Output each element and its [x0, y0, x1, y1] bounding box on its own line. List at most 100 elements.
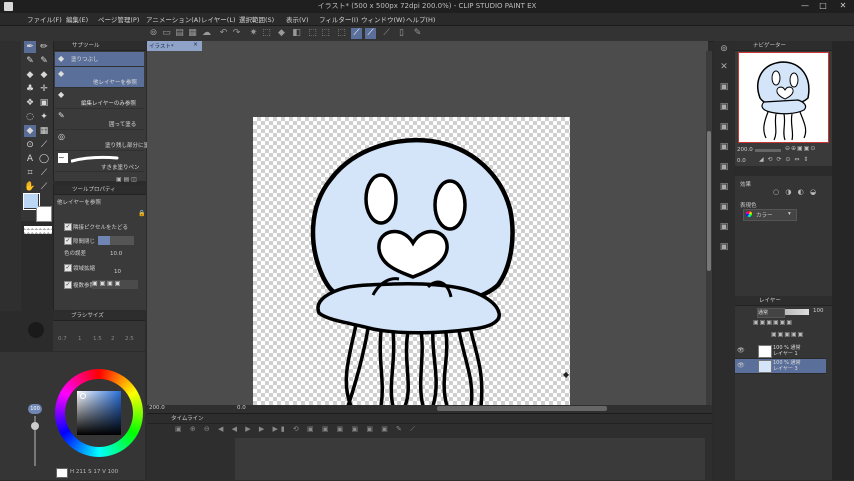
subtool-item[interactable]: ◆ 編集レイヤーのみ参照 — [55, 88, 144, 109]
smartphone-icon[interactable]: ▯ — [396, 28, 407, 39]
blend-mode-select[interactable]: 通常 — [757, 308, 785, 318]
lasso-tool-icon[interactable]: ◌ — [24, 111, 36, 123]
angle-readout[interactable]: 0.0 — [237, 405, 246, 411]
canvas-settings-icon[interactable]: ⊚ — [148, 28, 159, 39]
gradient-tool-icon[interactable]: ▦ — [38, 125, 50, 137]
new-icon[interactable]: ▭ — [161, 28, 172, 39]
material-icon[interactable]: ▣ — [718, 221, 730, 233]
zoom-readout[interactable]: 200.0 — [149, 405, 165, 411]
material-icon[interactable]: ▣ — [718, 181, 730, 193]
subtool-item[interactable]: ◎ 塗り残し部分に塗る — [55, 130, 155, 151]
fill-icon[interactable]: ◆ — [276, 28, 287, 39]
snap-grid-icon[interactable]: ⟋ — [365, 28, 376, 39]
invert-selection-icon[interactable]: ⬚ — [320, 28, 331, 39]
material-icon[interactable]: ▣ — [718, 161, 730, 173]
area-scaling-value[interactable]: 10 — [114, 269, 121, 275]
checkbox-close-gap[interactable]: ✓ — [64, 237, 72, 245]
pen-tool-icon[interactable]: ✒ — [24, 41, 36, 53]
opacity-slider[interactable] — [785, 309, 809, 315]
move-tool-icon[interactable]: ✛ — [38, 83, 50, 95]
material-icon[interactable]: ▣ — [718, 241, 730, 253]
subtool-item[interactable]: ~ すきま塗りペン — [55, 151, 144, 172]
snap-ruler-icon[interactable]: ⟋ — [351, 28, 362, 39]
eyedropper-tool-icon[interactable]: ⟋ — [38, 181, 50, 193]
airbrush-tool-icon[interactable]: ◆ — [38, 69, 50, 81]
timeline-controls[interactable]: ▣ ⊕ ⊖ ◀ ◀ ▶ ▶ ▶▮ ⟲ ▣ ▣ ▣ ▣ ▣ ▣ ✎ ⟋ — [175, 425, 435, 435]
checkbox-area-scaling[interactable]: ✓ — [64, 264, 72, 272]
menu-selection[interactable]: 選択範囲(S) — [239, 14, 274, 24]
busy-icon[interactable]: ✷ — [248, 28, 259, 39]
decoration-tool-icon[interactable]: ♣ — [24, 83, 36, 95]
visibility-eye-icon[interactable]: 👁 — [737, 347, 745, 354]
close-button[interactable]: ✕ — [836, 1, 850, 10]
brush-size-option[interactable]: 1.5 — [93, 336, 102, 342]
canvas-tab[interactable]: イラスト* × — [147, 41, 202, 51]
checkbox-follow-adjacent[interactable]: ✓ — [64, 223, 72, 231]
material-icon[interactable]: ▣ — [718, 141, 730, 153]
transparent-color-swatch[interactable] — [24, 226, 52, 234]
right-panel-scrollbar[interactable] — [832, 41, 854, 480]
brush-size-option[interactable]: 2.5 — [125, 336, 134, 342]
sv-picker[interactable] — [80, 393, 86, 399]
menu-page[interactable]: ページ管理(P) — [98, 14, 139, 24]
layer-action-buttons[interactable]: ▣▣▣▣▣ — [771, 331, 804, 338]
effect-buttons[interactable]: ○ ◑ ◐ ◒ — [773, 188, 818, 196]
color-mini-swatch[interactable] — [56, 468, 68, 478]
checkbox-multiple-reference[interactable]: ✓ — [64, 281, 72, 289]
drawing-canvas[interactable] — [253, 117, 570, 406]
lock-icon[interactable]: 🔒 — [138, 210, 145, 217]
open-icon[interactable]: ▤ — [174, 28, 185, 39]
navigator-preview[interactable] — [738, 52, 829, 143]
menu-layer[interactable]: レイヤー(L) — [201, 14, 236, 24]
timeline-track[interactable] — [235, 438, 705, 480]
operation-tool-icon[interactable]: ⊙ — [24, 139, 36, 151]
blend-tool-icon[interactable]: ❖ — [24, 97, 36, 109]
subview-icon[interactable]: ✕ — [718, 61, 730, 73]
navigator-rotation-buttons[interactable]: ◢ ⟲ ⟳ ⊙ ⇔ ⇕ — [759, 156, 809, 163]
clear-icon[interactable]: ◧ — [291, 28, 302, 39]
brush-tool-icon[interactable]: ✎ — [24, 55, 36, 67]
subtool-item[interactable]: ✎ 囲って塗る — [55, 109, 144, 130]
pen-settings-icon[interactable]: ✎ — [412, 28, 423, 39]
transform-icon[interactable]: ⬚ — [261, 28, 272, 39]
reference-layer-buttons[interactable]: ▣ ▣ ▣ ▣ — [92, 280, 138, 289]
color-margin-value[interactable]: 10.0 — [110, 251, 122, 257]
layer-opacity-value[interactable]: 100 — [813, 308, 824, 314]
horizontal-scroll-thumb[interactable] — [437, 406, 607, 411]
redo-icon[interactable]: ↷ — [231, 28, 242, 39]
fill-tool-icon[interactable]: ◆ — [24, 125, 36, 137]
cloud-icon[interactable]: ☁ — [201, 28, 212, 39]
material-icon[interactable]: ▣ — [718, 101, 730, 113]
expression-color-select[interactable]: カラー ▾ — [743, 209, 797, 221]
frame-tool-icon[interactable]: ⌗ — [24, 167, 36, 179]
minimize-button[interactable]: — — [798, 1, 812, 10]
canvas-vertical-scrollbar[interactable] — [706, 51, 712, 406]
menu-edit[interactable]: 編集(E) — [66, 14, 88, 24]
hand-tool-icon[interactable]: ✋ — [24, 181, 36, 193]
close-icon[interactable]: × — [193, 41, 198, 48]
snap-special-icon[interactable]: ⟋ — [381, 28, 392, 39]
navigator-icon[interactable]: ⊚ — [718, 43, 730, 55]
selection-icon[interactable]: ⬚ — [336, 28, 347, 39]
menu-filter[interactable]: フィルター(I) — [319, 14, 358, 24]
menu-help[interactable]: ヘルプ(H) — [406, 14, 435, 24]
layer-option-buttons[interactable]: ▣▣▣▣▣▣ — [753, 319, 793, 326]
vertical-scroll-thumb[interactable] — [707, 131, 711, 271]
subtool-item[interactable]: ◆ 他レイヤーを参照 — [55, 67, 144, 88]
navigator-zoom-slider[interactable] — [755, 149, 781, 152]
menu-view[interactable]: 表示(V) — [286, 14, 309, 24]
brush-size-option[interactable]: 2 — [111, 336, 115, 342]
material-icon[interactable]: ▣ — [718, 201, 730, 213]
navigator-zoom-value[interactable]: 200.0 — [737, 147, 753, 153]
menu-window[interactable]: ウィンドウ(W) — [361, 14, 405, 24]
correct-line-tool-icon[interactable]: ⟋ — [38, 167, 50, 179]
visibility-eye-icon[interactable]: 👁 — [737, 362, 745, 369]
sub-color-swatch[interactable] — [36, 206, 52, 222]
save-icon[interactable]: ▦ — [187, 28, 198, 39]
figure-tool-icon[interactable]: ▣ — [38, 97, 50, 109]
material-icon[interactable]: ▣ — [718, 121, 730, 133]
marker-tool-icon[interactable]: ✎ — [38, 55, 50, 67]
brush-size-option[interactable]: 1 — [78, 336, 82, 342]
layer-row[interactable]: 👁 100 % 通常 レイヤー 1 — [735, 344, 826, 359]
pencil-tool-icon[interactable]: ✏ — [38, 41, 50, 53]
